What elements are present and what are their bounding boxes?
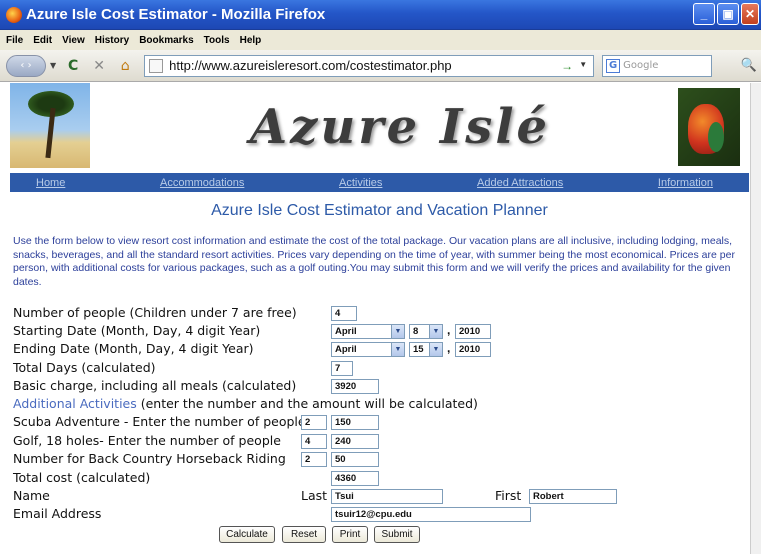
golf-label: Golf, 18 holes- Enter the number of peop… — [13, 433, 281, 448]
minimize-button[interactable]: _ — [693, 3, 715, 25]
calculate-button[interactable]: Calculate — [219, 526, 275, 543]
total-days-label: Total Days (calculated) — [13, 360, 156, 375]
menu-tools[interactable]: Tools — [204, 35, 230, 46]
page-icon — [149, 58, 164, 73]
menu-help[interactable]: Help — [240, 35, 262, 46]
total-days-field[interactable]: 7 — [331, 361, 353, 376]
close-button[interactable]: ✕ — [741, 3, 759, 25]
end-day-select[interactable]: 15 ▼ — [409, 342, 443, 357]
end-day-value: 15 — [413, 344, 424, 355]
chevron-down-icon: ▼ — [391, 343, 404, 356]
start-month-value: April — [335, 326, 357, 337]
search-icon[interactable]: 🔍 — [741, 58, 757, 73]
maximize-button[interactable]: ▣ — [717, 3, 739, 25]
date-separator: , — [447, 323, 451, 337]
email-label: Email Address — [13, 506, 102, 521]
google-icon[interactable]: G — [606, 58, 621, 73]
golf-amount-field[interactable]: 240 — [331, 434, 379, 449]
address-url: http://www.azureisleresort.com/costestim… — [169, 58, 452, 73]
nav-information-link[interactable]: Information — [658, 177, 713, 189]
scuba-label: Scuba Adventure - Enter the number of pe… — [13, 414, 306, 429]
search-placeholder: Google — [623, 60, 659, 71]
total-cost-field[interactable]: 4360 — [331, 471, 379, 486]
menu-history[interactable]: History — [95, 35, 129, 46]
additional-activities-note: (enter the number and the amount will be… — [136, 396, 478, 411]
web-page: Azure Islé Home Accommodations Activitie… — [0, 83, 750, 554]
intro-text: Use the form below to view resort cost i… — [13, 235, 735, 288]
scuba-people-input[interactable]: 2 — [301, 415, 327, 430]
search-box[interactable]: G Google — [602, 54, 713, 77]
site-logo: Azure Islé — [249, 99, 551, 155]
reload-icon[interactable]: C — [63, 58, 83, 74]
menu-bookmarks[interactable]: Bookmarks — [139, 35, 193, 46]
horseback-amount-field[interactable]: 50 — [331, 452, 379, 467]
end-year-input[interactable]: 2010 — [455, 342, 491, 357]
total-cost-label: Total cost (calculated) — [13, 470, 151, 485]
nav-home-link[interactable]: Home — [36, 177, 65, 189]
history-dropdown-icon[interactable]: ▼ — [50, 61, 56, 70]
site-nav: Home Accommodations Activities Added Att… — [10, 173, 749, 192]
basic-charge-field[interactable]: 3920 — [331, 379, 379, 394]
palm-tree-image — [10, 83, 90, 168]
page-title: Azure Isle Cost Estimator and Vacation P… — [211, 202, 548, 219]
print-button[interactable]: Print — [332, 526, 368, 543]
home-icon[interactable]: ⌂ — [115, 58, 135, 74]
start-month-select[interactable]: April ▼ — [331, 324, 405, 339]
additional-activities-heading: Additional Activities (enter the number … — [13, 396, 478, 411]
name-label: Name — [13, 488, 50, 503]
basic-charge-label: Basic charge, including all meals (calcu… — [13, 378, 297, 393]
email-input[interactable]: tsuir12@cpu.edu — [331, 507, 531, 522]
nav-accommodations-link[interactable]: Accommodations — [160, 177, 244, 189]
start-day-value: 8 — [413, 326, 419, 337]
submit-button[interactable]: Submit — [374, 526, 420, 543]
nav-activities-link[interactable]: Activities — [339, 177, 382, 189]
start-day-select[interactable]: 8 ▼ — [409, 324, 443, 339]
parrot-wing — [708, 122, 724, 152]
address-bar[interactable]: http://www.azureisleresort.com/costestim… — [144, 54, 595, 77]
last-name-input[interactable]: Tsui — [331, 489, 443, 504]
back-forward-button[interactable]: ‹ › — [6, 54, 46, 77]
start-date-label: Starting Date (Month, Day, 4 digit Year) — [13, 323, 261, 338]
end-date-label: Ending Date (Month, Day, 4 digit Year) — [13, 341, 254, 356]
stop-icon[interactable]: ✕ — [89, 58, 109, 74]
firefox-icon — [6, 6, 22, 23]
parrot-image — [678, 88, 740, 166]
end-month-value: April — [335, 344, 357, 355]
menu-edit[interactable]: Edit — [33, 35, 52, 46]
url-dropdown-icon[interactable]: ▼ — [579, 60, 587, 69]
navigation-toolbar: ‹ › ▼ C ✕ ⌂ http://www.azureisleresort.c… — [0, 50, 761, 82]
people-input[interactable]: 4 — [331, 306, 357, 321]
go-arrow-icon[interactable]: → — [561, 59, 573, 73]
window-titlebar: Azure Isle Cost Estimator - Mozilla Fire… — [0, 0, 761, 30]
chevron-down-icon: ▼ — [429, 343, 442, 356]
additional-activities-link[interactable]: Additional Activities — [13, 396, 137, 411]
vertical-scrollbar[interactable] — [750, 83, 761, 554]
first-name-label: First — [495, 488, 522, 503]
window-controls: _ ▣ ✕ — [693, 3, 759, 25]
site-banner: Azure Islé — [10, 83, 750, 170]
start-year-input[interactable]: 2010 — [455, 324, 491, 339]
reset-button[interactable]: Reset — [282, 526, 326, 543]
menu-file[interactable]: File — [6, 35, 23, 46]
date-separator: , — [447, 341, 451, 355]
chevron-down-icon: ▼ — [429, 325, 442, 338]
people-label: Number of people (Children under 7 are f… — [13, 305, 297, 320]
first-name-input[interactable]: Robert — [529, 489, 617, 504]
window-title: Azure Isle Cost Estimator - Mozilla Fire… — [26, 6, 326, 23]
scuba-amount-field[interactable]: 150 — [331, 415, 379, 430]
end-month-select[interactable]: April ▼ — [331, 342, 405, 357]
horseback-label: Number for Back Country Horseback Riding — [13, 451, 286, 466]
last-name-label: Last — [301, 488, 328, 503]
golf-people-input[interactable]: 4 — [301, 434, 327, 449]
horseback-people-input[interactable]: 2 — [301, 452, 327, 467]
menu-view[interactable]: View — [62, 35, 85, 46]
nav-added-attractions-link[interactable]: Added Attractions — [477, 177, 563, 189]
menu-bar: File Edit View History Bookmarks Tools H… — [0, 30, 761, 50]
chevron-down-icon: ▼ — [391, 325, 404, 338]
